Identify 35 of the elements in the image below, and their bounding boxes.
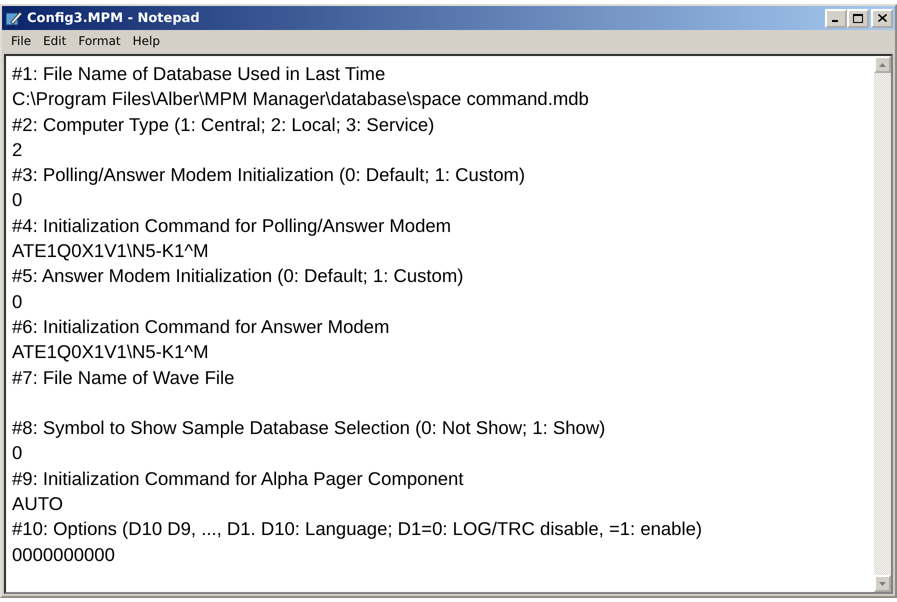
close-icon bbox=[878, 14, 886, 22]
notepad-icon bbox=[5, 10, 23, 26]
close-button[interactable] bbox=[871, 8, 893, 28]
minimize-button[interactable] bbox=[825, 8, 847, 28]
menu-item[interactable]: Edit bbox=[37, 32, 72, 50]
maximize-icon bbox=[853, 14, 863, 22]
text-line: 0000000000 bbox=[12, 542, 116, 567]
text-line: ATE1Q0X1V1\N5-K1^M bbox=[12, 340, 210, 364]
scroll-up-button[interactable] bbox=[874, 56, 891, 73]
window-title: Config3.MPM - Notepad bbox=[27, 10, 201, 26]
down-arrow-icon bbox=[879, 582, 886, 586]
scroll-down-button[interactable] bbox=[874, 575, 891, 592]
text-line: 0 bbox=[12, 441, 24, 466]
text-line: #1: File Name of Database Used in Last Time bbox=[12, 62, 386, 86]
text-line: 0 bbox=[12, 290, 24, 314]
text-line: #4: Initialization Command for Polling/Answer Modem bbox=[12, 214, 452, 238]
text-line: #3: Polling/Answer Modem Initialization (0: Default; 1: Custom) bbox=[12, 163, 526, 188]
text-line: AUTO bbox=[12, 492, 64, 516]
menu-item[interactable]: File bbox=[5, 32, 38, 50]
text-line: 2 bbox=[12, 138, 24, 162]
text-line: C:\Program Files\Alber\MPM Manager\database\space command.mdb bbox=[12, 87, 590, 112]
text-line: #9: Initialization Command for Alpha Pager Component bbox=[12, 466, 464, 491]
text-line: #10: Options (D10 D9, ..., D1. D10: Language; D1=0: LOG/TRC disable, =1: enable) bbox=[12, 517, 704, 542]
text-line: #7: File Name of Wave File bbox=[12, 366, 236, 390]
up-arrow-icon bbox=[879, 62, 886, 66]
maximize-button[interactable] bbox=[847, 8, 869, 28]
menu-item[interactable]: Format bbox=[72, 32, 127, 50]
text-line: 0 bbox=[12, 188, 24, 212]
text-line: #8: Symbol to Show Sample Database Selection (0: Not Show; 1: Show) bbox=[12, 416, 606, 440]
text-line: #6: Initialization Command for Answer Modem bbox=[12, 314, 390, 339]
vertical-scrollbar[interactable] bbox=[874, 56, 891, 592]
text-line: #2: Computer Type (1: Central; 2: Local; 3: Service) bbox=[12, 112, 436, 137]
text-line: #5: Answer Modem Initialization (0: Default; 1: Custom) bbox=[12, 264, 464, 288]
menu-item[interactable]: Help bbox=[126, 32, 166, 50]
text-line: ATE1Q0X1V1\N5-K1^M bbox=[12, 239, 210, 264]
